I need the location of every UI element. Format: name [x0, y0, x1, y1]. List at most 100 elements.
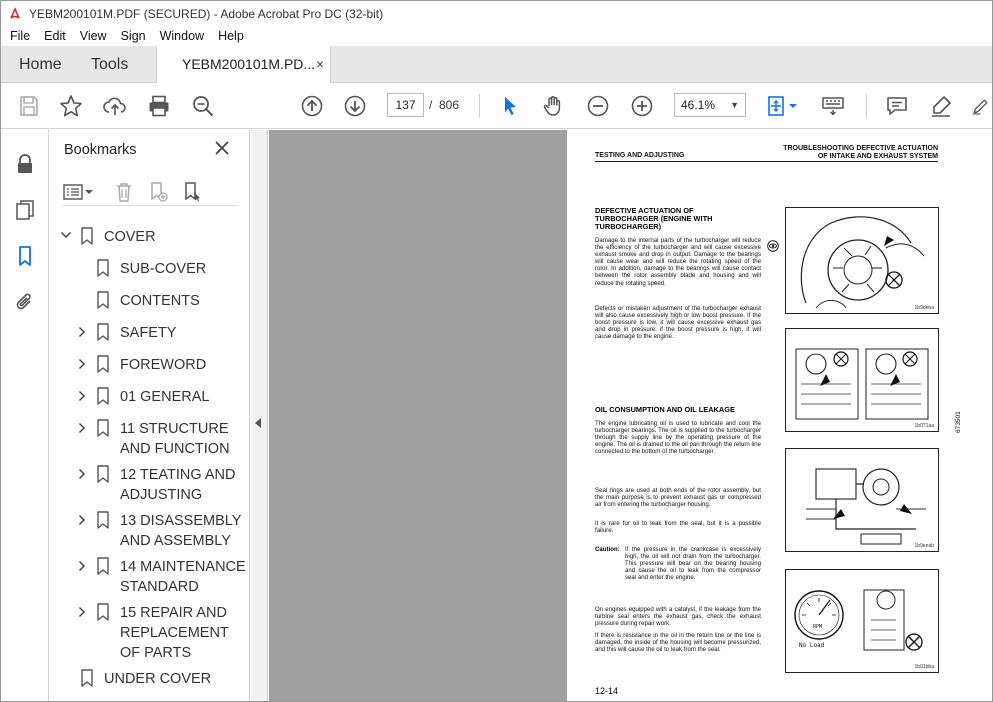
chevron-right-icon[interactable] [76, 606, 88, 618]
bookmark-item-safety[interactable]: SAFETY [50, 321, 249, 345]
bookmark-flag-icon [97, 355, 109, 373]
turbocharger-drawing [800, 216, 925, 309]
zoom-search-icon[interactable] [191, 94, 215, 118]
sign-icon[interactable] [971, 94, 991, 118]
bookmark-flag-icon [97, 557, 109, 575]
bookmark-star-icon[interactable] [59, 94, 83, 118]
bookmark-label: 11 STRUCTURE AND FUNCTION [120, 421, 230, 457]
hand-icon[interactable] [541, 94, 565, 118]
figure-caption: 1b9eeab [914, 543, 934, 549]
save-icon[interactable] [17, 94, 41, 118]
pages-thumbnails-icon[interactable] [13, 198, 37, 222]
caution-label: Caution: [595, 546, 620, 553]
paragraph: Seal rings are used at both ends of the … [595, 487, 761, 509]
bookmark-item-repair-and-replacement[interactable]: 15 REPAIR AND REPLACEMENT OF PARTS [50, 601, 249, 665]
bookmark-item-testing-and-adjusting[interactable]: 12 TEATING AND ADJUSTING [50, 463, 249, 507]
bookmarks-panel: Bookmarks COVER SUB-COVER CONTENTS SAFET… [50, 130, 250, 701]
collapse-panel-icon[interactable] [255, 418, 261, 428]
chevron-down-icon[interactable] [60, 229, 72, 241]
chevron-right-icon[interactable] [76, 326, 88, 338]
menu-sign[interactable]: Sign [115, 26, 152, 46]
section-title: OIL CONSUMPTION AND OIL LEAKAGE [595, 405, 735, 414]
menu-view[interactable]: View [74, 26, 113, 46]
menu-window[interactable]: Window [154, 26, 210, 46]
oil-line-drawing [806, 468, 926, 545]
bookmark-item-disassembly-and-assembly[interactable]: 13 DISASSEMBLY AND ASSEMBLY [50, 509, 249, 553]
navigation-rail [1, 130, 49, 701]
chevron-right-icon[interactable] [76, 358, 88, 370]
comment-icon[interactable] [885, 94, 909, 118]
tab-document-label: YEBM200101M.PD... [182, 56, 316, 72]
tab-document[interactable]: YEBM200101M.PD... × [156, 46, 331, 84]
bookmark-label: 01 GENERAL [120, 389, 210, 405]
keyboard-icon[interactable] [821, 94, 845, 118]
bookmark-item-under-cover[interactable]: UNDER COVER [50, 667, 249, 691]
zoom-in-icon[interactable] [630, 94, 654, 118]
figure-turbocharger: 1b9deba [785, 207, 939, 314]
zoom-out-icon[interactable] [586, 94, 610, 118]
page-up-icon[interactable] [300, 94, 324, 118]
window-title: YEBM200101M.PDF (SECURED) - Adobe Acroba… [29, 6, 384, 21]
menu-help[interactable]: Help [212, 26, 250, 46]
bookmarks-panel-icon[interactable] [13, 244, 37, 268]
engine-drawing [795, 348, 929, 420]
attachment-icon[interactable] [13, 290, 37, 314]
new-bookmark-icon[interactable] [146, 180, 170, 204]
chevron-down-icon[interactable] [787, 94, 799, 118]
pdf-page: TESTING AND ADJUSTING TROUBLESHOOTING DE… [567, 130, 992, 701]
panel-splitter[interactable] [251, 130, 268, 701]
trash-icon[interactable] [112, 180, 136, 204]
chevron-right-icon[interactable] [76, 390, 88, 402]
bookmark-item-general[interactable]: 01 GENERAL [50, 385, 249, 409]
bookmark-label: CONTENTS [120, 293, 200, 309]
menu-file[interactable]: File [4, 26, 36, 46]
find-bookmark-icon[interactable] [180, 180, 204, 204]
paragraph: On engines equipped with a catalyst, if … [595, 606, 761, 628]
document-viewport[interactable]: TESTING AND ADJUSTING TROUBLESHOOTING DE… [269, 130, 992, 701]
bookmark-item-structure-and-function[interactable]: 11 STRUCTURE AND FUNCTION [50, 417, 249, 461]
figure-rpm-gauge: 1b01bba [785, 569, 939, 673]
bookmark-item-maintenance-standard[interactable]: 14 MAINTENANCE STANDARD [50, 555, 249, 599]
tab-close-icon[interactable]: × [316, 46, 324, 83]
total-pages: 806 [439, 98, 460, 112]
highlight-pen-icon[interactable] [929, 94, 953, 118]
bookmark-label: 13 DISASSEMBLY AND ASSEMBLY [120, 513, 242, 549]
paragraph: The engine lubricating oil is used to lu… [595, 420, 761, 456]
eye-symbol-icon [767, 240, 779, 252]
print-icon[interactable] [147, 94, 171, 118]
chevron-right-icon[interactable] [76, 422, 88, 434]
current-page-input[interactable]: 137 [387, 93, 424, 117]
bookmark-flag-icon [97, 259, 109, 277]
chevron-right-icon[interactable] [76, 560, 88, 572]
bookmark-flag-icon [97, 465, 109, 483]
page-separator: / [429, 98, 433, 112]
acrobat-logo-icon [8, 6, 22, 21]
chevron-right-icon[interactable] [76, 468, 88, 480]
bookmark-item-cover[interactable]: COVER [50, 225, 249, 249]
menu-edit[interactable]: Edit [38, 26, 72, 46]
select-cursor-icon[interactable] [498, 94, 522, 118]
lock-icon[interactable] [13, 152, 37, 176]
page-header-left: TESTING AND ADJUSTING [595, 152, 685, 159]
close-icon[interactable] [212, 138, 232, 158]
bookmark-label: 12 TEATING AND ADJUSTING [120, 467, 236, 503]
chevron-down-icon[interactable] [84, 180, 94, 204]
toolbar-divider [479, 94, 480, 118]
bookmark-item-sub-cover[interactable]: SUB-COVER [50, 257, 249, 281]
upload-icon[interactable] [103, 94, 127, 118]
tab-tools[interactable]: Tools [91, 46, 128, 83]
page-down-icon[interactable] [343, 94, 367, 118]
bookmark-flag-icon [97, 387, 109, 405]
section-title: DEFECTIVE ACTUATION OF TURBOCHARGER (ENG… [595, 207, 712, 231]
tab-home[interactable]: Home [19, 46, 62, 83]
options-menu-icon[interactable] [62, 180, 86, 204]
bookmark-flag-icon [97, 603, 109, 621]
page-layout-icon[interactable] [765, 94, 789, 118]
chevron-right-icon[interactable] [76, 514, 88, 526]
zoom-level-select[interactable]: 46.1% ▼ [674, 93, 746, 117]
page-header-right-line: TROUBLESHOOTING DEFECTIVE ACTUATION [783, 145, 938, 152]
zoom-level-value: 46.1% [681, 98, 716, 112]
bookmark-item-contents[interactable]: CONTENTS [50, 289, 249, 313]
bookmark-label: FOREWORD [120, 357, 207, 373]
bookmark-item-foreword[interactable]: FOREWORD [50, 353, 249, 377]
